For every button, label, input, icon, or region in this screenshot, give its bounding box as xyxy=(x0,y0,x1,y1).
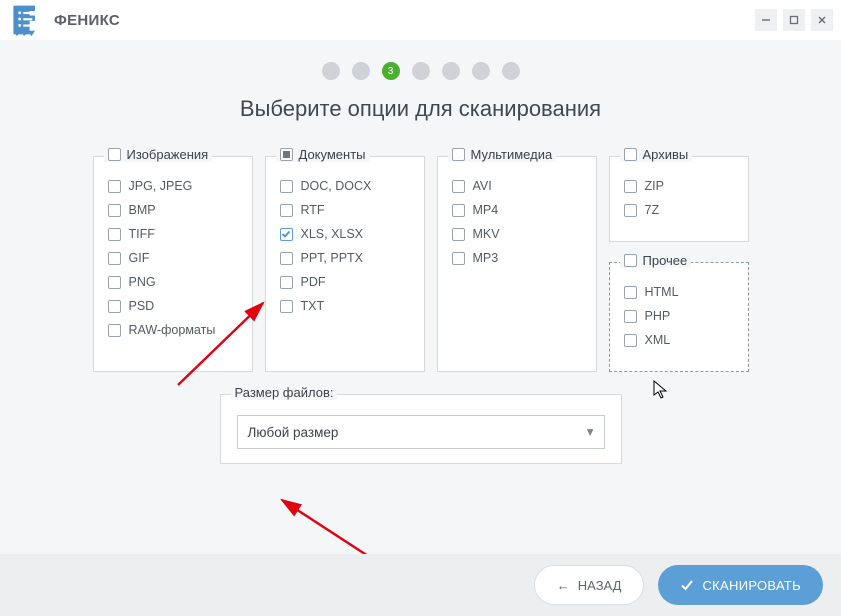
main-stage: 3 Выберите опции для сканирования Изобра… xyxy=(0,40,841,616)
filesize-selected: Любой размер xyxy=(248,425,339,440)
group-multimedia: Мультимедиа AVI MP4 MKV MP3 xyxy=(437,156,597,372)
group-documents-checkbox[interactable] xyxy=(280,148,293,161)
opt-tiff[interactable]: TIFF xyxy=(108,227,238,241)
minimize-button[interactable] xyxy=(755,9,777,31)
group-images: Изображения JPG, JPEG BMP TIFF GIF PNG P… xyxy=(93,156,253,372)
opt-raw[interactable]: RAW-форматы xyxy=(108,323,238,337)
opt-xml[interactable]: XML xyxy=(624,333,734,347)
group-archives-checkbox[interactable] xyxy=(624,148,637,161)
group-images-title: Изображения xyxy=(127,147,209,162)
group-images-checkbox[interactable] xyxy=(108,148,121,161)
opt-psd[interactable]: PSD xyxy=(108,299,238,313)
opt-zip[interactable]: ZIP xyxy=(624,179,734,193)
group-documents: Документы DOC, DOCX RTF XLS, XLSX PPT, P… xyxy=(265,156,425,372)
stepper: 3 xyxy=(0,40,841,96)
group-multimedia-title: Мультимедиа xyxy=(471,147,553,162)
step-7[interactable] xyxy=(502,62,520,80)
opt-html[interactable]: HTML xyxy=(624,285,734,299)
opt-png[interactable]: PNG xyxy=(108,275,238,289)
step-2[interactable] xyxy=(352,62,370,80)
scan-button[interactable]: СКАНИРОВАТЬ xyxy=(658,565,823,605)
opt-php[interactable]: PHP xyxy=(624,309,734,323)
opt-txt[interactable]: TXT xyxy=(280,299,410,313)
opt-bmp[interactable]: BMP xyxy=(108,203,238,217)
opt-jpg[interactable]: JPG, JPEG xyxy=(108,179,238,193)
opt-7z[interactable]: 7Z xyxy=(624,203,734,217)
close-button[interactable] xyxy=(811,9,833,31)
opt-avi[interactable]: AVI xyxy=(452,179,582,193)
arrow-left-icon: ← xyxy=(557,578,570,593)
file-type-groups: Изображения JPG, JPEG BMP TIFF GIF PNG P… xyxy=(0,156,841,372)
filesize-select[interactable]: Любой размер ▾ xyxy=(237,415,605,449)
check-icon xyxy=(680,578,694,592)
opt-mp4[interactable]: MP4 xyxy=(452,203,582,217)
opt-pdf[interactable]: PDF xyxy=(280,275,410,289)
back-button[interactable]: ← НАЗАД xyxy=(534,565,645,605)
checkbox-checked-icon xyxy=(280,228,293,241)
window-controls xyxy=(755,9,833,31)
maximize-button[interactable] xyxy=(783,9,805,31)
group-other-title: Прочее xyxy=(643,253,688,268)
titlebar: ФЕНИКС xyxy=(0,0,841,40)
opt-mp3[interactable]: MP3 xyxy=(452,251,582,265)
cursor-icon xyxy=(653,380,669,400)
step-6[interactable] xyxy=(472,62,490,80)
app-logo-icon xyxy=(8,2,44,38)
opt-ppt[interactable]: PPT, PPTX xyxy=(280,251,410,265)
footer: ← НАЗАД СКАНИРОВАТЬ xyxy=(0,554,841,616)
filesize-group: Размер файлов: Любой размер ▾ xyxy=(220,394,622,464)
app-title: ФЕНИКС xyxy=(54,12,120,29)
step-1[interactable] xyxy=(322,62,340,80)
group-other-checkbox[interactable] xyxy=(624,254,637,267)
group-other: Прочее HTML PHP XML xyxy=(609,262,749,372)
page-heading: Выберите опции для сканирования xyxy=(0,96,841,122)
filesize-title: Размер файлов: xyxy=(235,385,334,400)
chevron-down-icon: ▾ xyxy=(587,424,594,440)
opt-xls[interactable]: XLS, XLSX xyxy=(280,227,410,241)
group-documents-title: Документы xyxy=(299,147,366,162)
opt-doc[interactable]: DOC, DOCX xyxy=(280,179,410,193)
step-5[interactable] xyxy=(442,62,460,80)
group-archives-title: Архивы xyxy=(643,147,689,162)
opt-rtf[interactable]: RTF xyxy=(280,203,410,217)
group-archives: Архивы ZIP 7Z xyxy=(609,156,749,242)
opt-gif[interactable]: GIF xyxy=(108,251,238,265)
opt-mkv[interactable]: MKV xyxy=(452,227,582,241)
step-3-active[interactable]: 3 xyxy=(382,62,400,80)
group-multimedia-checkbox[interactable] xyxy=(452,148,465,161)
step-4[interactable] xyxy=(412,62,430,80)
